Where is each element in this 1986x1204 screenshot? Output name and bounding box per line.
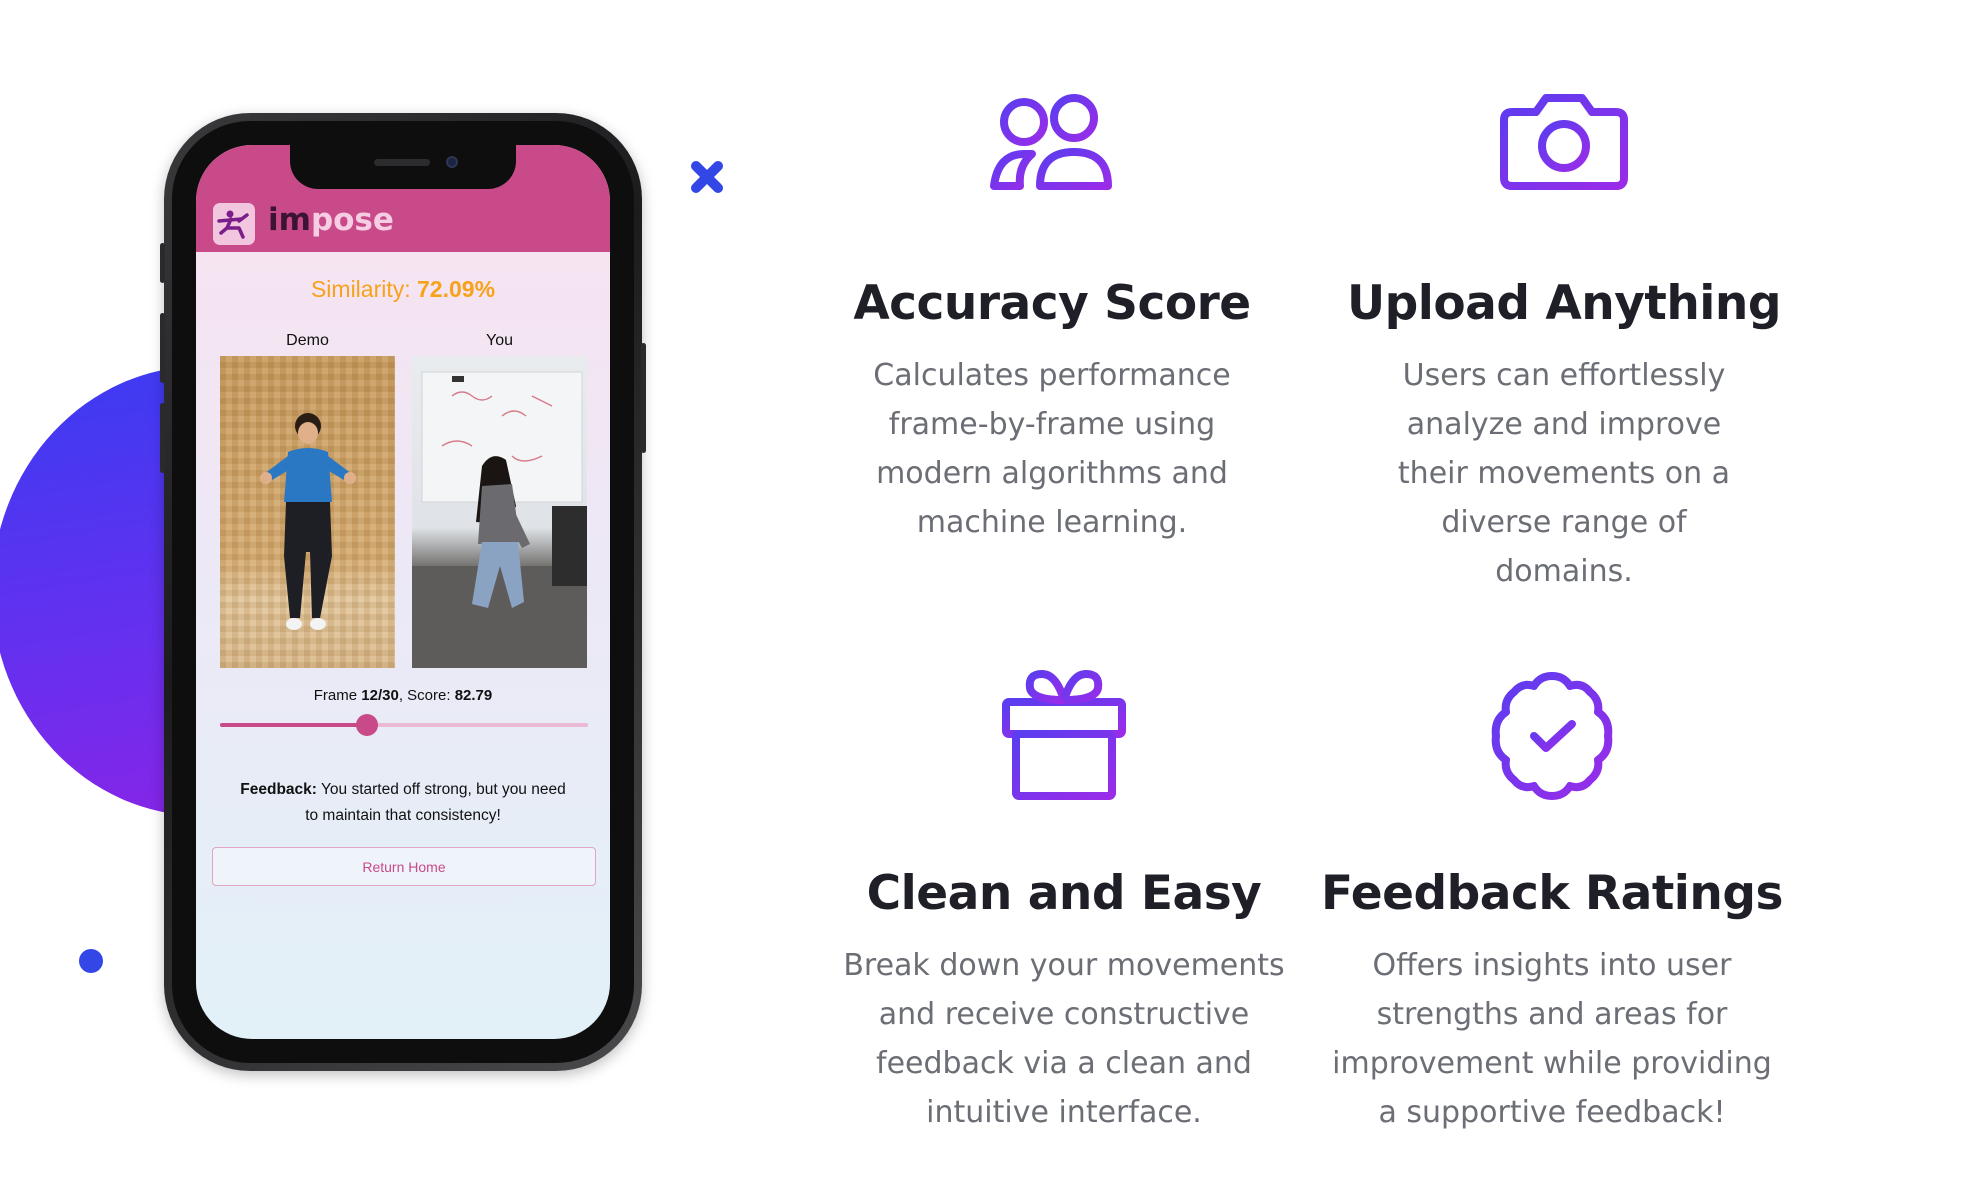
gift-icon [1002,669,1126,800]
feature-accuracy-score: Accuracy Score Calculates performance fr… [792,92,1312,547]
phone-screen: impose Similarity: 72.09% Demo You Frame… [196,145,610,1039]
front-camera [446,156,458,168]
phone-volume-up [160,313,165,383]
similarity-readout: Similarity: 72.09% [196,276,610,303]
phone-volume-down [160,403,165,473]
user-video[interactable] [412,356,587,668]
phone-notch [290,145,516,189]
feedback-message: Feedback: You started off strong, but yo… [236,777,570,829]
speaker-grille [374,159,430,166]
demo-video[interactable] [220,356,395,668]
logo-text-im: im [268,202,311,238]
feature-title: Clean and Easy [866,866,1262,921]
return-home-button[interactable]: Return Home [212,847,596,886]
feature-feedback-ratings: Feedback Ratings Offers insights into us… [1292,668,1812,1137]
feature-description: Offers insights into user strengths and … [1332,948,1772,1130]
decorative-x-icon [691,161,723,193]
frame-slider-fill [220,723,368,727]
you-label: You [486,332,513,349]
app-logo-text[interactable]: impose [268,202,394,238]
feature-description: Break down your movements and receive co… [843,948,1285,1130]
feature-description: Users can effortlessly analyze and impro… [1397,358,1731,589]
demo-label: Demo [286,332,329,349]
feature-description: Calculates performance frame-by-frame us… [873,358,1231,540]
feedback-label: Feedback: [240,781,317,798]
feedback-text: You started off strong, but you need to … [305,781,566,824]
phone-power-button [641,343,646,453]
feature-title: Feedback Ratings [1321,866,1784,921]
frame-label: Frame [313,687,358,704]
features-section: impose Similarity: 72.09% Demo You Frame… [0,0,1986,1204]
badge-check-icon [1491,672,1613,800]
similarity-value: 72.09% [417,276,496,302]
frame-slider-thumb[interactable] [356,714,379,736]
frame-value: 12/30 [361,687,399,704]
frame-slider[interactable] [220,714,588,736]
camera-icon [1500,94,1628,190]
phone-mockup: impose Similarity: 72.09% Demo You Frame… [160,113,646,1071]
feature-title: Accuracy Score [853,276,1251,331]
score-value: 82.79 [454,687,493,704]
feature-clean-and-easy: Clean and Easy Break down your movements… [804,668,1324,1137]
users-icon [990,94,1112,190]
logo-text-pose: pose [310,202,394,238]
impose-logo-icon[interactable] [213,203,255,245]
phone-mute-switch [160,243,165,283]
score-label: , Score: [398,687,451,704]
feature-title: Upload Anything [1346,276,1782,331]
frame-score-text: Frame 12/30, Score: 82.79 [196,687,610,704]
decorative-dot [79,949,103,973]
similarity-label: Similarity: [310,276,411,302]
feature-upload-anything: Upload Anything Users can effortlessly a… [1304,92,1824,596]
